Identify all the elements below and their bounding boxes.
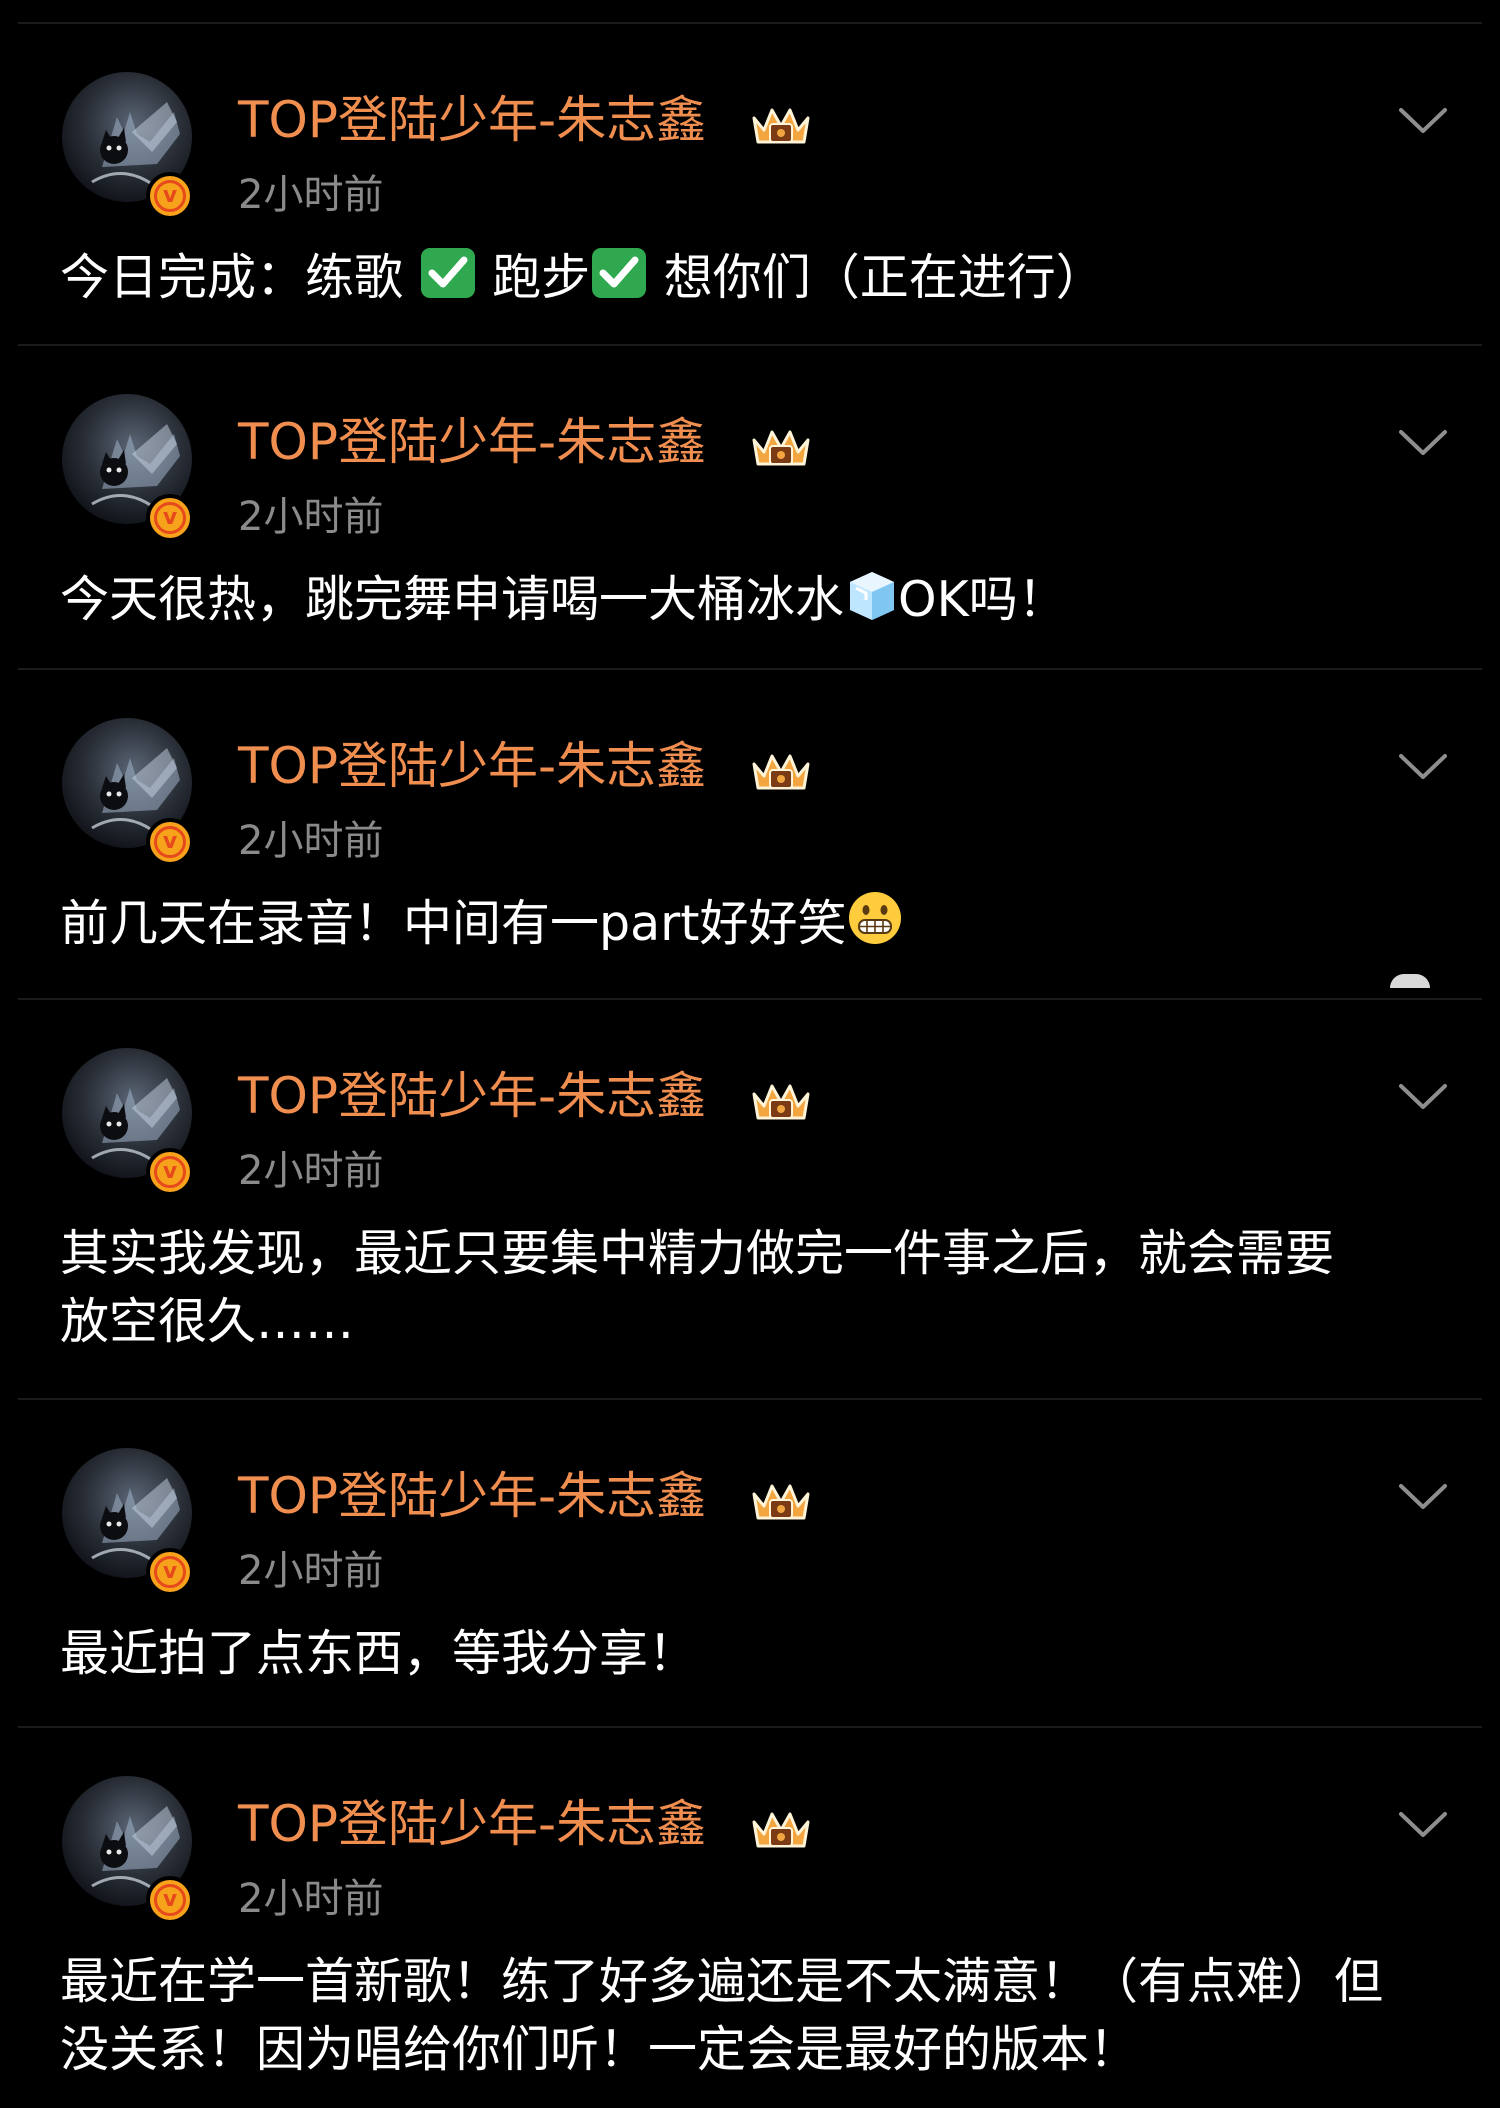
post-text: 其实我发现，最近只要集中精力做完一件事之后，就会需要 放空很久…… [60,1225,1335,1350]
crown-icon[interactable] [750,1804,812,1854]
timestamp: 2小时前 [238,1876,384,1922]
chevron-down-icon[interactable] [1398,1810,1448,1844]
text-segment: OK吗！ [898,571,1067,628]
divider [18,998,1482,1000]
verified-icon: v [146,172,194,220]
divider [18,344,1482,346]
username[interactable]: TOP登陆少年-朱志鑫 [238,1066,706,1126]
post-card[interactable]: v TOP登陆少年-朱志鑫 2小时前 今天很热，跳完舞申请喝一大桶冰水 OK吗！ [0,344,1500,668]
post-card[interactable]: v TOP登陆少年-朱志鑫 2小时前 其实我发现，最近只要集中精力做完一件事之后… [0,998,1500,1398]
post-card[interactable]: v TOP登陆少年-朱志鑫 2小时前 今日完成：练歌 跑步 想你们（正在进行） [0,22,1500,344]
crown-icon[interactable] [750,746,812,796]
post-text: 最近在学一首新歌！练了好多遍还是不太满意！（有点难）但 没关系！因为唱给你们听！… [60,1953,1384,2078]
crown-icon[interactable] [750,422,812,472]
chevron-down-icon[interactable] [1398,428,1448,462]
timestamp: 2小时前 [238,494,384,540]
crown-icon[interactable] [750,1476,812,1526]
divider [18,668,1482,670]
timestamp: 2小时前 [238,172,384,218]
timestamp: 2小时前 [238,818,384,864]
chevron-down-icon[interactable] [1398,752,1448,786]
grimacing-face-icon [847,890,903,964]
post-text: 今天很热，跳完舞申请喝一大桶冰水 OK吗！ [60,566,1450,640]
verified-icon: v [146,1148,194,1196]
verified-icon: v [146,1548,194,1596]
divider [18,1398,1482,1400]
username[interactable]: TOP登陆少年-朱志鑫 [238,1794,706,1854]
chevron-down-icon[interactable] [1398,1482,1448,1516]
chevron-down-icon[interactable] [1398,1082,1448,1116]
chevron-down-icon[interactable] [1398,106,1448,140]
username[interactable]: TOP登陆少年-朱志鑫 [238,90,706,150]
scroll-indicator[interactable] [1390,974,1430,988]
crown-icon[interactable] [750,100,812,150]
post-card[interactable]: v TOP登陆少年-朱志鑫 2小时前 最近在学一首新歌！练了好多遍还是不太满意！… [0,1726,1500,2108]
text-segment: 今天很热，跳完舞申请喝一大桶冰水 [60,571,845,628]
timestamp: 2小时前 [238,1148,384,1194]
divider [18,1726,1482,1728]
check-mark-icon [419,246,477,318]
post-text: 今日完成：练歌 跑步 想你们（正在进行） [60,244,1450,318]
verified-icon: v [146,494,194,542]
post-card[interactable]: v TOP登陆少年-朱志鑫 2小时前 最近拍了点东西，等我分享！ [0,1398,1500,1726]
username[interactable]: TOP登陆少年-朱志鑫 [238,1466,706,1526]
check-mark-icon [590,246,648,318]
text-segment: 前几天在录音！中间有一part好好笑 [60,895,847,952]
post-text: 前几天在录音！中间有一part好好笑 [60,890,1450,964]
text-segment: 今日完成：练歌 [60,249,419,306]
comment-feed: v TOP登陆少年-朱志鑫 2小时前 今日完成：练歌 跑步 想你们（正在进行） … [0,0,1500,2108]
username[interactable]: TOP登陆少年-朱志鑫 [238,736,706,796]
divider [18,22,1482,24]
verified-icon: v [146,818,194,866]
crown-icon[interactable] [750,1076,812,1126]
post-text: 最近拍了点东西，等我分享！ [60,1625,698,1682]
post-card[interactable]: v TOP登陆少年-朱志鑫 2小时前 前几天在录音！中间有一part好好笑 [0,668,1500,998]
text-segment: 想你们（正在进行） [648,249,1105,306]
ice-cube-icon [844,566,898,640]
verified-icon: v [146,1876,194,1924]
text-segment: 跑步 [476,249,591,306]
username[interactable]: TOP登陆少年-朱志鑫 [238,412,706,472]
timestamp: 2小时前 [238,1548,384,1594]
